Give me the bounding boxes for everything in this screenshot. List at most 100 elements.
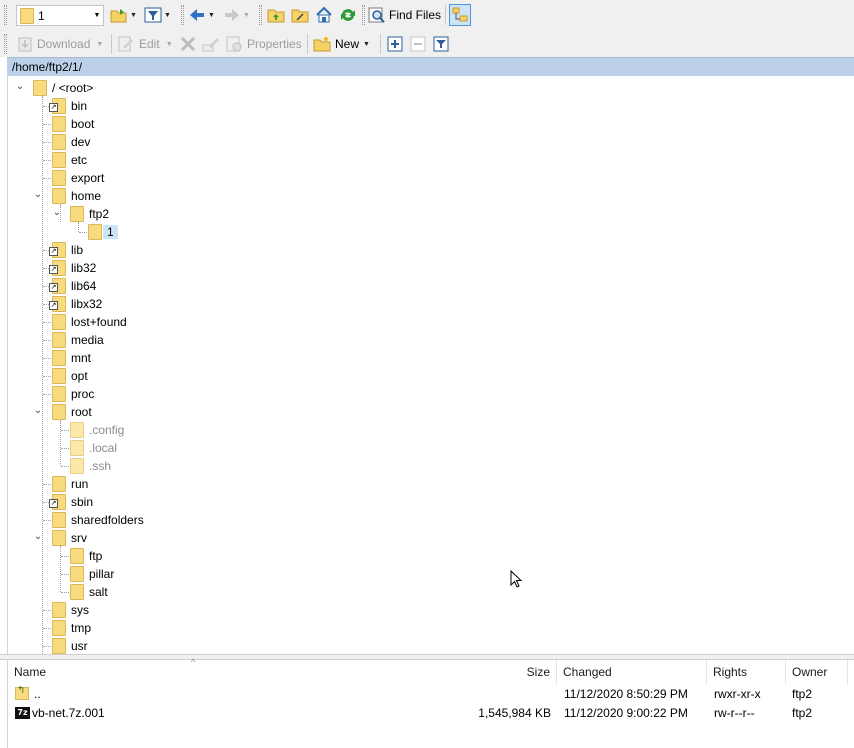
tree-item-srv[interactable]: srv	[52, 529, 87, 547]
toolbar-grip[interactable]	[4, 5, 7, 25]
folder-icon	[52, 170, 66, 186]
new-button[interactable]: New ▼	[313, 35, 370, 53]
collapse-srv-toggle[interactable]: ⌄	[33, 532, 43, 542]
tree-item-1[interactable]: 1	[88, 223, 118, 241]
collapse-home-toggle[interactable]: ⌄	[33, 190, 43, 200]
toolbar-grip[interactable]	[181, 5, 184, 25]
table-row[interactable]: 7z vb-net.7z.001 1,545,984 KB 11/12/2020…	[8, 703, 854, 722]
tree-item-home[interactable]: home	[52, 187, 101, 205]
filter-button[interactable]: ▼	[144, 6, 171, 24]
tree-item-pillar[interactable]: pillar	[70, 565, 114, 583]
tree-item-usr[interactable]: usr	[52, 637, 88, 654]
root-directory-icon	[291, 9, 309, 23]
edit-icon	[118, 36, 133, 52]
tree-item-opt[interactable]: opt	[52, 367, 88, 385]
edit-button: Edit ▼	[117, 35, 173, 53]
tree-item-label: / <root>	[52, 81, 94, 95]
symlink-overlay-icon: ↗	[49, 103, 58, 112]
tree-item-proc[interactable]: proc	[52, 385, 94, 403]
tree-item-etc[interactable]: etc	[52, 151, 87, 169]
tree-item-boot[interactable]: boot	[52, 115, 94, 133]
tree-connector	[43, 124, 51, 125]
current-path-bar: /home/ftp2/1/	[7, 57, 854, 76]
tree-item-sbin[interactable]: ↗ sbin	[49, 493, 93, 511]
collapse-ftp2-toggle[interactable]: ⌄	[52, 208, 62, 218]
tree-item-label: root	[71, 405, 92, 419]
chevron-down-icon[interactable]: ▼	[208, 12, 215, 19]
tree-item-label: export	[71, 171, 105, 185]
refresh-button[interactable]	[339, 6, 357, 24]
folder-icon	[70, 548, 84, 564]
column-header-size[interactable]: Size	[418, 660, 557, 684]
location-combobox[interactable]: 1 ▼	[16, 5, 104, 26]
tree-item-lib64[interactable]: ↗ lib64	[49, 277, 96, 295]
tree-item-label: usr	[71, 639, 88, 653]
tree-item-sys[interactable]: sys	[52, 601, 89, 619]
download-icon	[18, 37, 32, 52]
root-directory-button[interactable]	[291, 6, 309, 24]
new-label: New	[335, 37, 360, 51]
folder-icon	[52, 152, 66, 168]
column-header-changed[interactable]: Changed	[557, 660, 707, 684]
select-files-button[interactable]	[387, 36, 403, 52]
tree-item-label: lost+found	[71, 315, 127, 329]
tree-item-lost-found[interactable]: lost+found	[52, 313, 127, 331]
collapse-root-dir-toggle[interactable]: ⌄	[33, 406, 43, 416]
tree-item-export[interactable]: export	[52, 169, 104, 187]
toolbar-grip[interactable]	[4, 34, 7, 54]
folder-icon	[52, 188, 66, 204]
tree-item-run[interactable]: run	[52, 475, 88, 493]
edit-label: Edit	[139, 37, 160, 51]
parent-directory-button[interactable]	[267, 6, 285, 24]
tree-item-media[interactable]: media	[52, 331, 104, 349]
delete-icon	[180, 36, 196, 52]
tree-item-label: ftp2	[89, 207, 110, 221]
tree-connector	[43, 394, 51, 395]
folder-icon	[52, 116, 66, 132]
tree-item-lib32[interactable]: ↗ lib32	[49, 259, 96, 277]
download-button: Download ▼	[16, 35, 103, 53]
folder-icon	[88, 224, 102, 240]
file-changed-cell: 11/12/2020 8:50:29 PM	[564, 686, 688, 701]
tree-item-config[interactable]: .config	[70, 421, 124, 439]
tree-item-ftp2[interactable]: ftp2	[70, 205, 109, 223]
tree-item-label: sys	[71, 603, 89, 617]
open-directory-button[interactable]: ▼	[110, 6, 137, 24]
tree-item-bin[interactable]: ↗ bin	[49, 97, 87, 115]
chevron-down-icon[interactable]: ▼	[164, 12, 171, 19]
tree-connector	[61, 574, 69, 575]
toolbar-grip[interactable]	[259, 5, 262, 25]
chevron-down-icon[interactable]: ▼	[363, 41, 370, 48]
tree-item-libx32[interactable]: ↗ libx32	[49, 295, 102, 313]
back-button[interactable]: ▼	[188, 6, 215, 24]
tree-item-root-dir[interactable]: root	[52, 403, 92, 421]
column-header-rights[interactable]: Rights	[707, 660, 786, 684]
tree-item-sharedfolders[interactable]: sharedfolders	[52, 511, 144, 529]
chevron-down-icon[interactable]: ▼	[130, 12, 137, 19]
collapse-root-toggle[interactable]: ⌄	[15, 82, 25, 92]
file-list[interactable]: ^ Name Size Changed Rights Owner .. 11/1…	[7, 657, 854, 748]
tree-item-lib[interactable]: ↗ lib	[49, 241, 83, 259]
tree-connector	[43, 142, 51, 143]
tree-item-salt[interactable]: salt	[70, 583, 108, 601]
directory-tree[interactable]: ⌄ / <root> ↗ bin boot dev etc export ⌄ h…	[7, 76, 854, 654]
tree-item-root[interactable]: / <root>	[33, 79, 93, 97]
tree-item-local[interactable]: .local	[70, 439, 117, 457]
7z-archive-icon: 7z	[15, 706, 30, 719]
tree-toggle-button[interactable]	[449, 4, 471, 26]
tree-item-ftp[interactable]: ftp	[70, 547, 102, 565]
tree-connector	[43, 520, 51, 521]
column-header-owner[interactable]: Owner	[786, 660, 848, 684]
main-toolbar: 1 ▼ ▼ ▼ ▼ ▼ Find Files	[0, 0, 854, 31]
home-directory-button[interactable]	[315, 6, 333, 24]
toolbar-grip[interactable]	[362, 5, 365, 25]
chevron-down-icon[interactable]: ▼	[91, 12, 103, 19]
tree-item-mnt[interactable]: mnt	[52, 349, 91, 367]
find-files-button[interactable]: Find Files	[368, 6, 441, 24]
tree-item-ssh[interactable]: .ssh	[70, 457, 111, 475]
tree-item-label: .local	[89, 441, 118, 455]
tree-item-dev[interactable]: dev	[52, 133, 90, 151]
filter-selection-button[interactable]	[433, 36, 449, 52]
table-row[interactable]: .. 11/12/2020 8:50:29 PM rwxr-xr-x ftp2	[8, 684, 854, 703]
tree-item-tmp[interactable]: tmp	[52, 619, 91, 637]
